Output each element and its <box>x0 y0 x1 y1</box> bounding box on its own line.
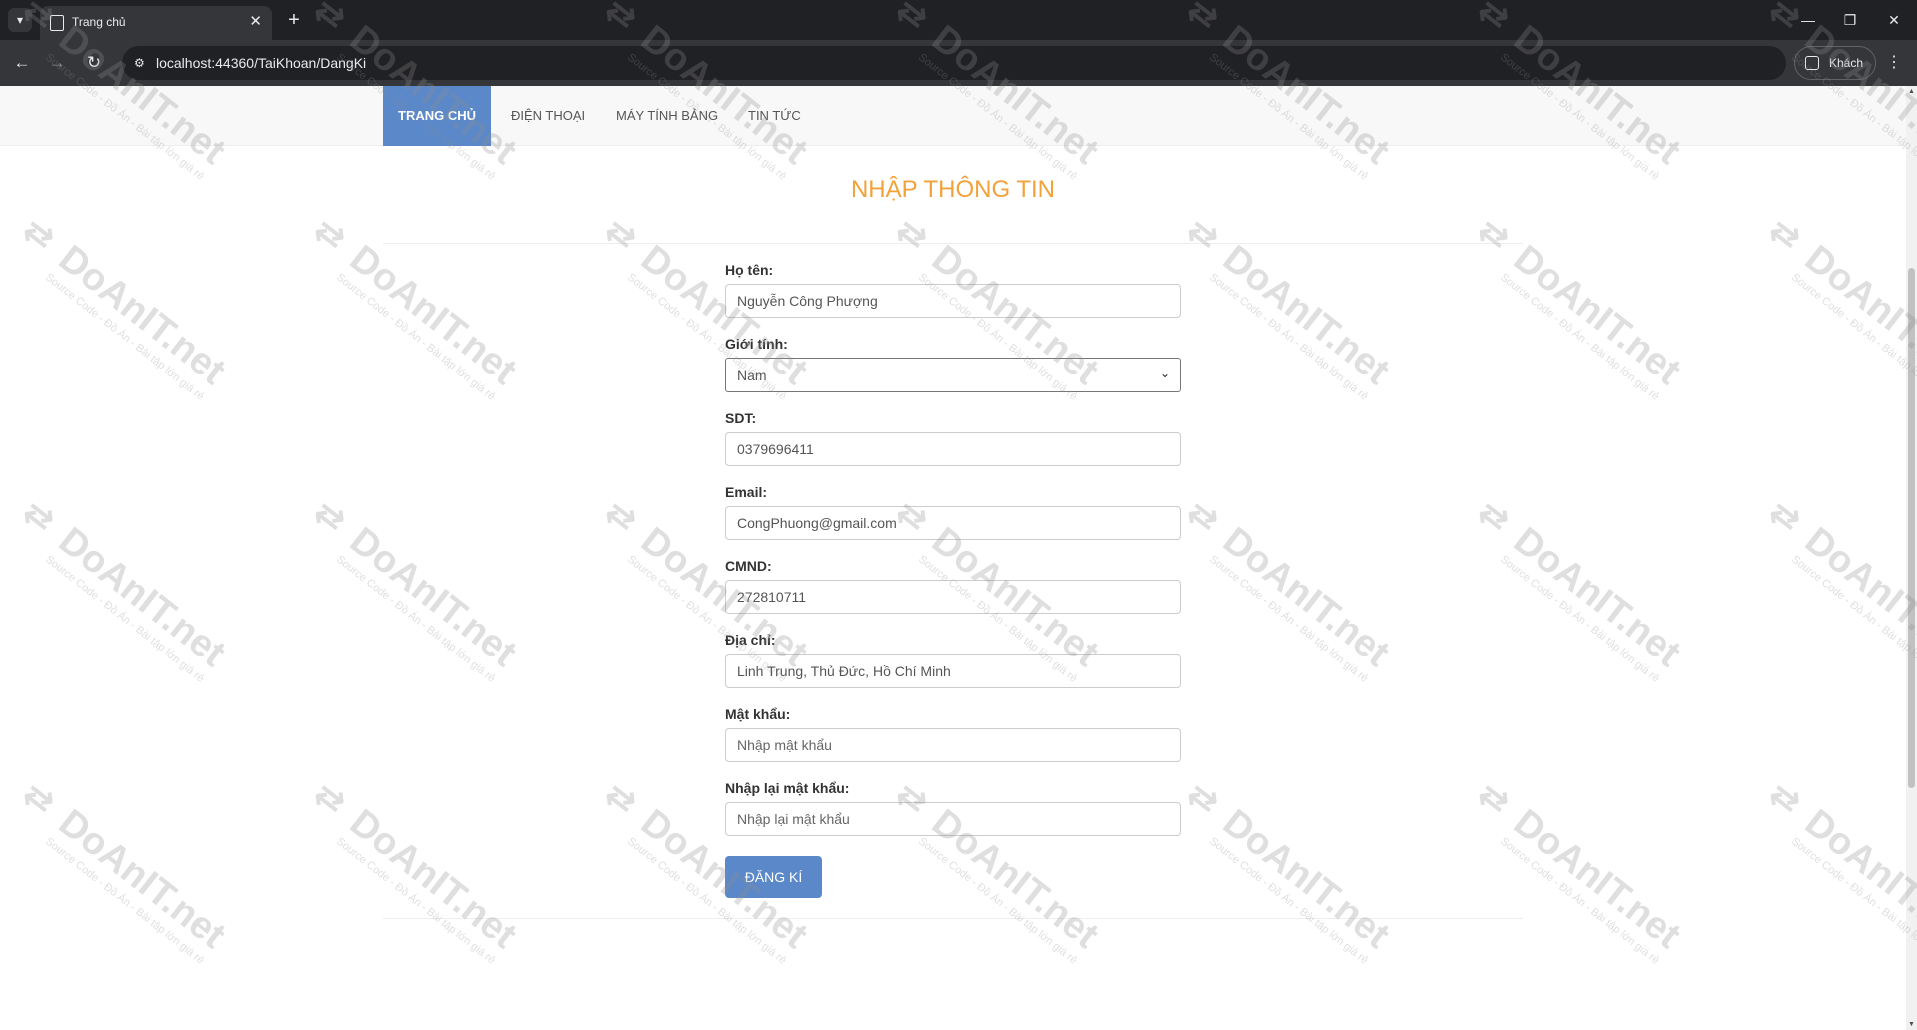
minimize-icon[interactable]: — <box>1796 8 1820 32</box>
main-navbar: Trang chủ Điện thoại Máy tính bảng Tin t… <box>0 86 1906 146</box>
back-arrow-icon[interactable]: ← <box>10 51 34 75</box>
email-input[interactable] <box>725 506 1181 540</box>
forward-arrow-icon[interactable]: → <box>45 51 69 75</box>
more-menu-icon[interactable]: ⋮ <box>1886 51 1902 75</box>
password-confirm-label: Nhập lại mật khẩu: <box>725 780 850 796</box>
nav-item-news[interactable]: Tin tức <box>748 86 801 146</box>
guest-profile-icon <box>1805 56 1819 70</box>
address-label: Địa chỉ: <box>725 632 776 648</box>
browser-toolbar: ← → ↻ ⚙ localhost:44360/TaiKhoan/DangKi … <box>0 40 1917 86</box>
gender-selected-value: Nam <box>737 367 767 383</box>
page: Trang chủ Điện thoại Máy tính bảng Tin t… <box>0 86 1906 1030</box>
new-tab-plus-icon[interactable]: + <box>282 8 306 32</box>
gender-select[interactable]: Nam ⌄ <box>725 358 1181 392</box>
name-input[interactable] <box>725 284 1181 318</box>
tab-search-chevron-icon[interactable]: ▾ <box>8 8 32 32</box>
scroll-thumb[interactable] <box>1908 268 1915 788</box>
id-card-label: CMND: <box>725 558 772 574</box>
name-label: Họ tên: <box>725 262 774 278</box>
divider <box>383 918 1523 919</box>
page-scrollbar[interactable]: ▲ ▼ <box>1906 86 1917 1030</box>
nav-item-tablets[interactable]: Máy tính bảng <box>616 86 718 146</box>
phone-label: SDT: <box>725 410 757 426</box>
password-label: Mật khẩu: <box>725 706 791 722</box>
site-info-icon[interactable]: ⚙ <box>134 55 150 71</box>
close-icon[interactable]: ✕ <box>249 13 262 31</box>
browser-chrome: ▾ Trang chủ ✕ + — ❐ ✕ ← → ↻ ⚙ localhost:… <box>0 0 1917 86</box>
profile-label: Khách <box>1829 56 1864 70</box>
address-input[interactable] <box>725 654 1181 688</box>
gender-label: Giới tính: <box>725 336 788 352</box>
scroll-down-icon[interactable]: ▼ <box>1908 1021 1915 1028</box>
divider <box>383 243 1523 244</box>
chevron-down-icon: ⌄ <box>1159 366 1170 380</box>
password-input[interactable] <box>725 728 1181 762</box>
browser-tab[interactable]: Trang chủ ✕ <box>40 6 272 40</box>
profile-button[interactable]: Khách <box>1794 46 1876 80</box>
password-confirm-input[interactable] <box>725 802 1181 836</box>
nav-item-phones[interactable]: Điện thoại <box>511 86 585 146</box>
id-card-input[interactable] <box>725 580 1181 614</box>
restore-icon[interactable]: ❐ <box>1838 8 1862 32</box>
register-button[interactable]: Đăng kí <box>725 856 822 898</box>
tab-strip: ▾ Trang chủ ✕ + — ❐ ✕ <box>0 0 1917 40</box>
window-close-icon[interactable]: ✕ <box>1882 8 1906 32</box>
reload-icon[interactable]: ↻ <box>82 51 106 75</box>
phone-input[interactable] <box>725 432 1181 466</box>
page-title: NHẬP THÔNG TIN <box>850 176 1056 203</box>
scroll-up-icon[interactable]: ▲ <box>1908 88 1915 95</box>
email-label: Email: <box>725 484 768 500</box>
tab-title: Trang chủ <box>72 15 126 29</box>
page-favicon-icon <box>50 15 64 31</box>
url-text[interactable]: localhost:44360/TaiKhoan/DangKi <box>156 55 366 71</box>
address-bar[interactable]: ⚙ localhost:44360/TaiKhoan/DangKi <box>122 46 1786 80</box>
nav-item-home[interactable]: Trang chủ <box>383 86 491 146</box>
